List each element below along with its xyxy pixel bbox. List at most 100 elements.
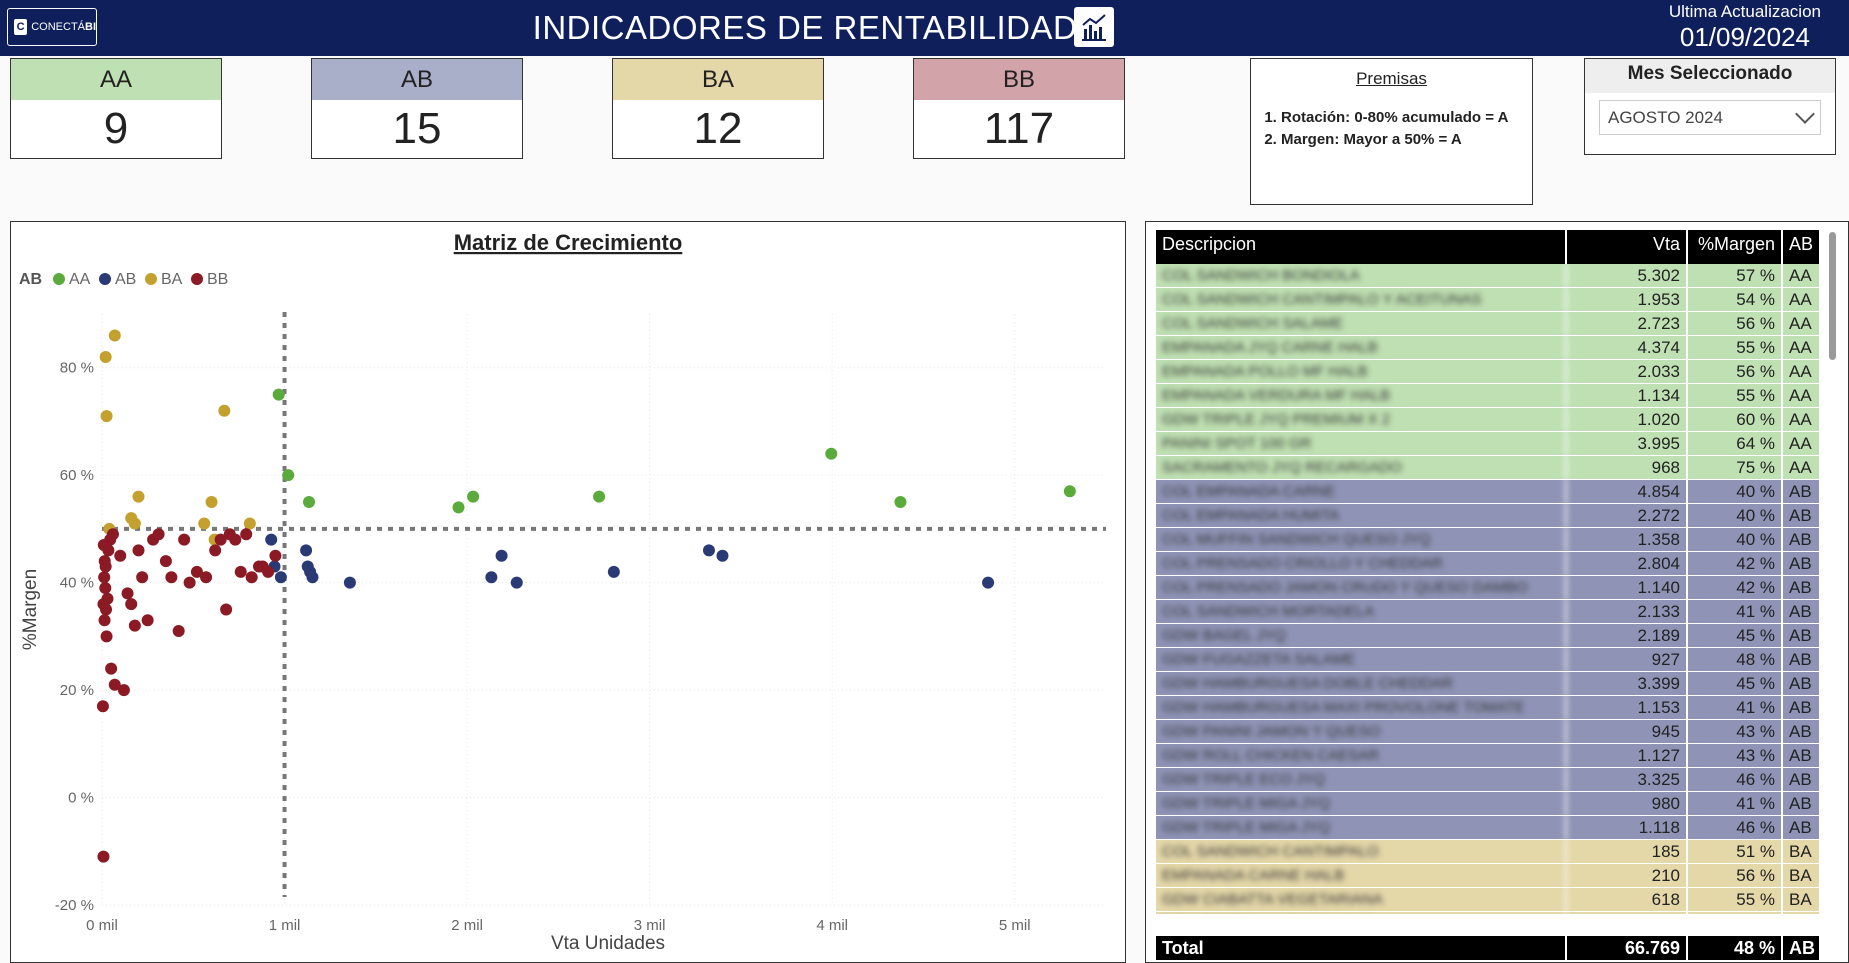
cell-descripcion: COL SANDWICH BONDIOLA <box>1156 264 1567 287</box>
data-point-ab <box>702 544 715 557</box>
cell-margen: 41 % <box>1688 792 1783 815</box>
cell-margen: 46 % <box>1688 816 1783 839</box>
table-row[interactable]: GDW ROLL CHICKEN CAESAR 1.127 43 % AB <box>1156 744 1821 768</box>
table-row[interactable]: COL PRENSADO CRIOLLO Y CHEDDAR 2.804 42 % A… <box>1156 552 1821 576</box>
table-row[interactable]: GDW HAMBURGUESA MAXI PROVOLONE TOMATE 1.1… <box>1156 696 1821 720</box>
data-point-ba <box>243 517 256 530</box>
data-point-ab <box>716 549 729 562</box>
table-body[interactable]: COL SANDWICH BONDIOLA 5.302 57 % AA COL SAND… <box>1156 264 1821 914</box>
cell-vta-unidades: 980 <box>1567 792 1688 815</box>
table-row[interactable]: PANINI SPOT 100 GR 3.995 64 % AA <box>1156 432 1821 456</box>
cell-ab: AB <box>1783 528 1821 551</box>
table-row[interactable]: SACRAMENTO JYQ RECARGADO 968 75 % AA <box>1156 456 1821 480</box>
cell-ab: AA <box>1783 456 1821 479</box>
y-tick-label: 0 % <box>68 790 94 807</box>
cell-vta-unidades: 618 <box>1567 888 1688 911</box>
table-row[interactable]: GDW CIABATTA VEGETARIANA 618 55 % BA <box>1156 888 1821 912</box>
table-row[interactable]: COL SANDWICH CANTIMPALO 185 51 % BA <box>1156 840 1821 864</box>
cell-descripcion: GDW TRIPLE MIGA JYQ <box>1156 792 1567 815</box>
cell-descripcion: GDW CIABATTA VEGETARIANA <box>1156 888 1567 911</box>
scatter-chart-panel: Matriz de Crecimiento AB AA AB BA BB -20 % 0 % 2… <box>10 221 1126 963</box>
cell-vta-unidades: 5.302 <box>1567 264 1688 287</box>
cell-vta-unidades: 1.153 <box>1567 696 1688 719</box>
data-point-bb <box>96 700 109 713</box>
table-row[interactable]: COL EMPANADA CARNE 4.854 40 % AB <box>1156 480 1821 504</box>
column-header-ab[interactable]: AB <box>1783 230 1821 264</box>
table-row[interactable]: COL MUFFIN SANDWICH QUESO JYQ 1.358 40 % AB <box>1156 528 1821 552</box>
table-scrollbar[interactable] <box>1829 232 1836 360</box>
table-row[interactable]: GDW FUGAZZETA SALAME 927 48 % AB <box>1156 648 1821 672</box>
column-header-descripcion[interactable]: Descripcion <box>1156 230 1567 264</box>
column-header-vta-unidades[interactable]: Vta Unidades <box>1567 230 1688 282</box>
cell-ab: AB <box>1783 696 1821 719</box>
cell-ab: AB <box>1783 816 1821 839</box>
cell-margen: 40 % <box>1688 504 1783 527</box>
month-dropdown[interactable]: AGOSTO 2024 <box>1599 100 1821 135</box>
cell-descripcion: EMPANADA CARNE HALB <box>1156 864 1567 887</box>
table-row[interactable]: COL SANDWICH BONDIOLA 5.302 57 % AA <box>1156 264 1821 288</box>
cell-margen: 40 % <box>1688 528 1783 551</box>
table-row[interactable]: GDW PANINI JAMON Y QUESO 945 43 % AB <box>1156 720 1821 744</box>
cell-vta-unidades: 1.127 <box>1567 744 1688 767</box>
total-ab: AB <box>1783 936 1821 960</box>
cell-margen: 41 % <box>1688 600 1783 623</box>
table-row[interactable]: GDW BAGEL JYQ 2.189 45 % AB <box>1156 624 1821 648</box>
data-point-bb <box>269 549 282 562</box>
cell-margen: 51 % <box>1688 840 1783 863</box>
table-row[interactable]: GDW TRIPLE JYQ PREMIUM X 2 1.020 60 % AA <box>1156 408 1821 432</box>
data-point-ab <box>485 571 498 584</box>
page-title: INDICADORES DE RENTABILIDAD <box>532 9 1078 46</box>
logo-text-bi: BI <box>85 21 96 33</box>
data-point-bb <box>183 576 196 589</box>
data-point-bb <box>101 592 114 605</box>
cell-ab: AB <box>1783 552 1821 575</box>
month-slicer-title: Mes Seleccionado <box>1585 59 1835 93</box>
data-point-bb <box>121 587 134 600</box>
header-bar: C CONECTÁ BI INDICADORES DE RENTABILIDAD … <box>0 0 1849 56</box>
table-row[interactable]: GDW TRIPLE MIGA JYQ 980 41 % AB <box>1156 792 1821 816</box>
table-row[interactable]: GDW FOSFO SANDWICH JYQ81751 %BA <box>1156 912 1821 914</box>
month-dropdown-value: AGOSTO 2024 <box>1608 108 1723 127</box>
table-row[interactable]: COL SANDWICH SALAME 2.723 56 % AA <box>1156 312 1821 336</box>
cell-margen: 55 % <box>1688 336 1783 359</box>
table-row[interactable]: GDW TRIPLE ECO JYQ 3.325 46 % AB <box>1156 768 1821 792</box>
legend-marker <box>191 273 203 285</box>
cell-vta-unidades: 1.953 <box>1567 288 1688 311</box>
cell-vta-unidades: 1.140 <box>1567 576 1688 599</box>
legend-label: BB <box>207 271 228 288</box>
table-row[interactable]: EMPANADA JYQ CARNE HALB 4.374 55 % AA <box>1156 336 1821 360</box>
legend-title: AB <box>19 271 42 288</box>
scatter-chart: Matriz de Crecimiento AB AA AB BA BB -20 % 0 % 2… <box>19 230 1106 954</box>
cell-descripcion: SACRAMENTO JYQ RECARGADO <box>1156 456 1567 479</box>
table-row[interactable]: COL EMPANADA HUMITA 2.272 40 % AB <box>1156 504 1821 528</box>
table-row[interactable]: COL SANDWICH MORTADELA 2.133 41 % AB <box>1156 600 1821 624</box>
data-point-bb <box>98 571 111 584</box>
cell-descripcion: GDW BAGEL JYQ <box>1156 624 1567 647</box>
table-row[interactable]: EMPANADA VERDURA MF HALB 1.134 55 % AA <box>1156 384 1821 408</box>
table-row[interactable]: GDW HAMBURGUESA DOBLE CHEDDAR 3.399 45 % AB <box>1156 672 1821 696</box>
kpi-value: 15 <box>392 104 442 153</box>
table-row[interactable]: EMPANADA POLLO MF HALB 2.033 56 % AA <box>1156 360 1821 384</box>
month-slicer: Mes Seleccionado AGOSTO 2024 <box>1584 58 1836 155</box>
cell-margen: 42 % <box>1688 552 1783 575</box>
data-point-bb <box>106 528 119 541</box>
table-row[interactable]: COL SANDWICH CANTIMPALO Y ACEITUNAS 1.953… <box>1156 288 1821 312</box>
cell-margen: 55 % <box>1688 384 1783 407</box>
data-point-bb <box>97 850 110 863</box>
cell-margen: 64 % <box>1688 432 1783 455</box>
cell-margen: 56 % <box>1688 360 1783 383</box>
data-point-aa <box>593 490 606 503</box>
data-point-ba <box>218 404 231 417</box>
data-point-aa <box>303 496 316 509</box>
y-axis-label: %Margen <box>20 569 41 650</box>
column-header-margen[interactable]: %Margen <box>1688 230 1783 264</box>
table-row[interactable]: COL PRENSADO JAMON CRUDO Y QUESO DAMBO 1.… <box>1156 576 1821 600</box>
kpi-card-aa: AA 9 <box>10 58 222 159</box>
table-row[interactable]: EMPANADA CARNE HALB 210 56 % BA <box>1156 864 1821 888</box>
y-tick-label: 20 % <box>60 682 94 699</box>
x-tick-label: 3 mil <box>634 917 666 934</box>
premisas-title: Premisas <box>1356 69 1427 88</box>
cell-descripcion: COL SANDWICH MORTADELA <box>1156 600 1567 623</box>
cell-ab: BA <box>1783 912 1821 914</box>
table-row[interactable]: GDW TRIPLE MIGA JYQ 1.118 46 % AB <box>1156 816 1821 840</box>
